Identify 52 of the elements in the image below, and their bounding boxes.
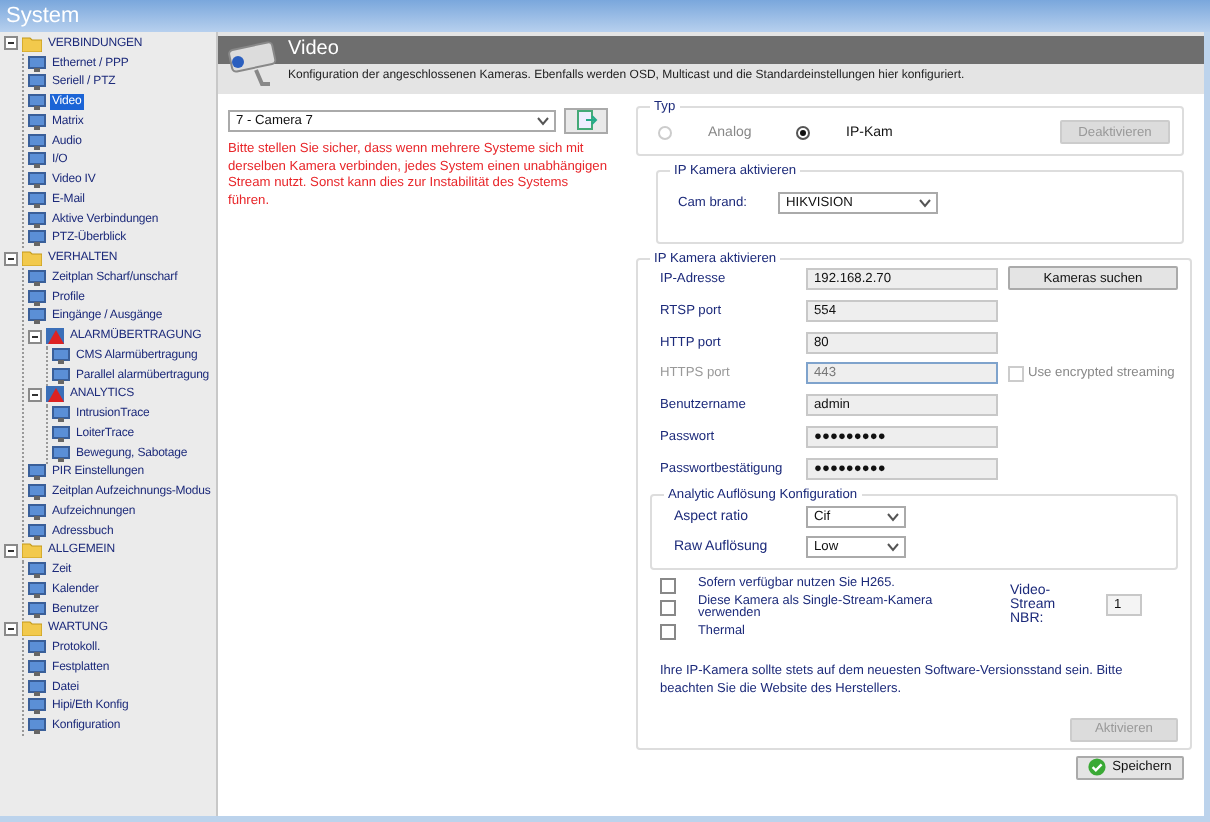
folder-icon: [22, 542, 42, 559]
monitor-icon: [28, 698, 46, 715]
monitor-icon: [28, 94, 46, 111]
checkbox[interactable]: [660, 623, 676, 640]
monitor-icon: [28, 113, 46, 130]
radio-button[interactable]: [796, 125, 810, 139]
copy-button[interactable]: [564, 108, 608, 134]
warning-icon: [46, 328, 64, 345]
monitor-icon: [28, 152, 46, 169]
monitor-icon: [28, 659, 46, 676]
monitor-icon: [28, 55, 46, 72]
monitor-icon: [28, 581, 46, 598]
monitor-icon: [28, 484, 46, 501]
monitor-icon: [28, 464, 46, 481]
monitor-icon: [52, 425, 70, 442]
monitor-icon: [28, 562, 46, 579]
collapse-icon[interactable]: [4, 543, 18, 558]
collapse-icon[interactable]: [4, 36, 18, 51]
monitor-icon: [28, 503, 46, 520]
collapse-icon[interactable]: [4, 621, 18, 636]
folder-icon: [22, 620, 42, 637]
checkbox[interactable]: [660, 600, 676, 617]
monitor-icon: [28, 211, 46, 228]
monitor-icon: [28, 289, 46, 306]
collapse-icon[interactable]: [28, 329, 42, 344]
monitor-icon: [52, 445, 70, 462]
checkbox[interactable]: [660, 577, 676, 594]
page-title: Video: [288, 36, 341, 64]
monitor-icon: [28, 308, 46, 325]
window-title: System: [6, 4, 80, 28]
collapse-icon[interactable]: [4, 251, 18, 266]
check-icon: [1088, 758, 1107, 777]
collapse-icon[interactable]: [28, 387, 42, 402]
monitor-icon: [28, 230, 46, 247]
monitor-icon: [28, 640, 46, 657]
monitor-icon: [28, 269, 46, 286]
document-icon: [575, 110, 598, 132]
warning-icon: [46, 386, 64, 403]
monitor-icon: [28, 133, 46, 150]
monitor-icon: [28, 523, 46, 540]
monitor-icon: [52, 367, 70, 384]
caret-icon: [534, 112, 553, 130]
monitor-icon: [28, 601, 46, 618]
folder-icon: [22, 250, 42, 267]
monitor-icon: [28, 679, 46, 696]
monitor-icon: [28, 718, 46, 735]
monitor-icon: [52, 347, 70, 364]
caret-icon: [916, 194, 934, 212]
monitor-icon: [52, 406, 70, 423]
monitor-icon: [28, 74, 46, 91]
monitor-icon: [28, 191, 46, 208]
monitor-icon: [28, 172, 46, 189]
